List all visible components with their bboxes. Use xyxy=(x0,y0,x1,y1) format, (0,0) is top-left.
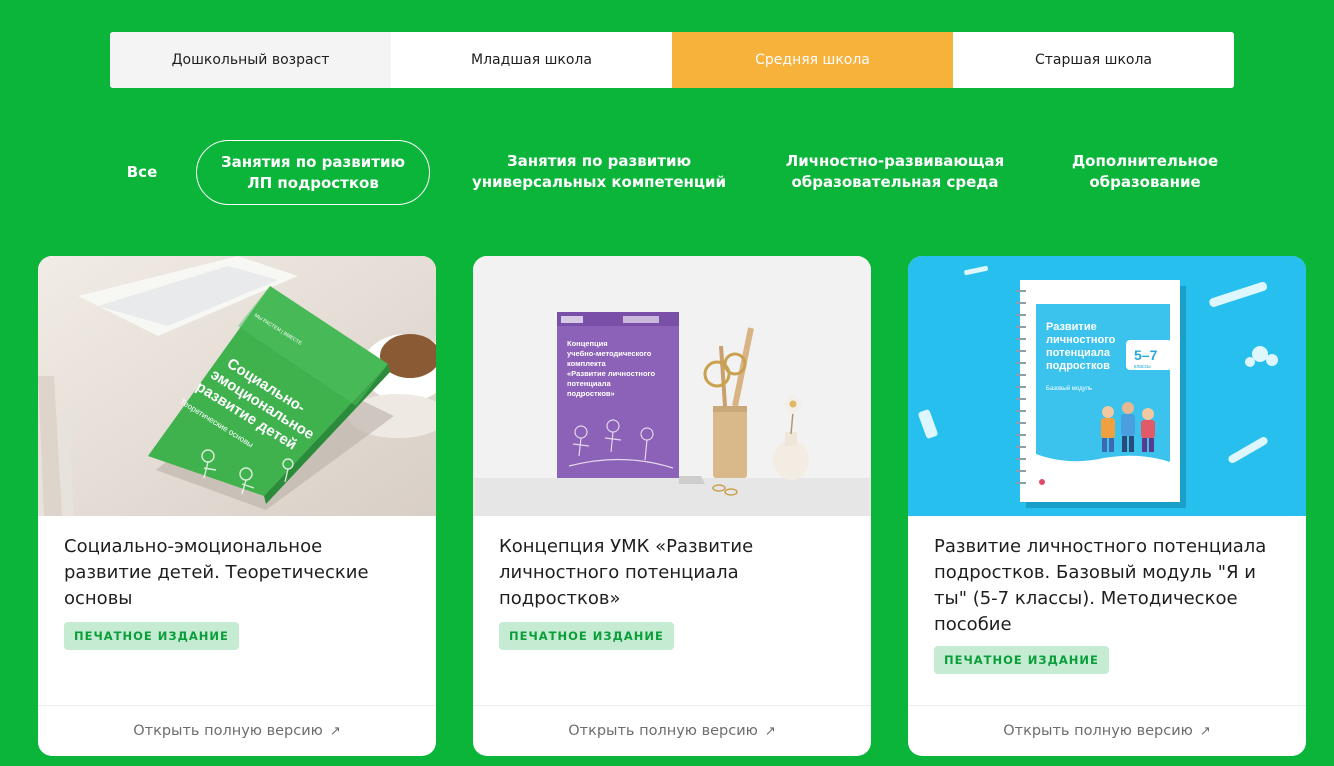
card-2-cover-line2: учебно-методического xyxy=(567,349,652,358)
filter-additional-line2: образование xyxy=(1089,173,1201,191)
card-2-image[interactable]: Концепция учебно-методического комплекта… xyxy=(473,256,871,516)
product-card-1[interactable]: Социально- эмоциональное развитие детей … xyxy=(38,256,436,756)
card-2-cover-line6: подростков» xyxy=(567,389,615,398)
card-1-cover-illustration: Социально- эмоциональное развитие детей … xyxy=(38,256,436,516)
card-3-cover-line2: личностного xyxy=(1046,334,1116,346)
card-3-cover-module: Базовый модуль xyxy=(1046,385,1092,392)
card-3-cover-grade-sub: классы xyxy=(1134,364,1151,370)
card-2-print-badge: ПЕЧАТНОЕ ИЗДАНИЕ xyxy=(499,622,674,650)
external-arrow-icon: ↗ xyxy=(764,723,776,739)
filter-lp-teens-line2: ЛП подростков xyxy=(247,173,379,192)
card-1-image[interactable]: Социально- эмоциональное развитие детей … xyxy=(38,256,436,516)
filter-universal-line1: Занятия по развитию xyxy=(506,152,692,170)
external-arrow-icon: ↗ xyxy=(329,723,341,739)
card-3-cover-line4: подростков xyxy=(1046,360,1110,372)
filter-universal-line2: универсальных компетенций xyxy=(471,173,727,191)
card-2-open-full-version[interactable]: Открыть полную версию ↗ xyxy=(473,705,871,756)
card-3-open-full-version-label: Открыть полную версию xyxy=(1003,723,1193,739)
filter-environment-line2: образовательная среда xyxy=(791,173,999,191)
card-1-print-badge: ПЕЧАТНОЕ ИЗДАНИЕ xyxy=(64,622,239,650)
product-card-3[interactable]: Развитие личностного потенциала подростк… xyxy=(908,256,1306,756)
card-3-image[interactable]: Развитие личностного потенциала подростк… xyxy=(908,256,1306,516)
card-3-cover-grade: 5–7 xyxy=(1134,347,1158,363)
filter-learning-environment[interactable]: Личностно-развивающая образовательная ср… xyxy=(776,140,1014,204)
filter-additional-education[interactable]: Дополнительное образование xyxy=(1056,140,1234,204)
tab-primary-school[interactable]: Младшая школа xyxy=(391,32,672,88)
card-3-title[interactable]: Развитие личностного потенциала подростк… xyxy=(934,534,1284,638)
card-3-open-full-version[interactable]: Открыть полную версию ↗ xyxy=(908,705,1306,756)
filter-additional-line1: Дополнительное xyxy=(1071,152,1219,170)
card-2-cover-line4: «Развитие личностного xyxy=(567,369,656,378)
filter-all[interactable]: Все xyxy=(112,140,172,204)
card-3-cover-line1: Развитие xyxy=(1046,321,1097,333)
card-2-cover-illustration: Концепция учебно-методического комплекта… xyxy=(473,256,871,516)
filter-environment-line1: Личностно-развивающая xyxy=(785,152,1005,170)
tab-high-school[interactable]: Старшая школа xyxy=(953,32,1234,88)
card-1-open-full-version[interactable]: Открыть полную версию ↗ xyxy=(38,705,436,756)
card-2-cover-line5: потенциала xyxy=(567,379,611,388)
filter-lp-teens[interactable]: Занятия по развитию ЛП подростков xyxy=(196,140,430,205)
product-card-2[interactable]: Концепция учебно-методического комплекта… xyxy=(473,256,871,756)
card-3-cover-line3: потенциала xyxy=(1046,347,1111,359)
tab-preschool[interactable]: Дошкольный возраст xyxy=(110,32,391,88)
external-arrow-icon: ↗ xyxy=(1199,723,1211,739)
category-filters: Все Занятия по развитию ЛП подростков За… xyxy=(0,140,1334,206)
filter-universal-competencies[interactable]: Занятия по развитию универсальных компет… xyxy=(466,140,732,204)
card-1-open-full-version-label: Открыть полную версию xyxy=(133,723,323,739)
filter-lp-teens-line1: Занятия по развитию xyxy=(220,152,406,171)
card-2-cover-line3: комплекта xyxy=(567,359,606,368)
card-1-title[interactable]: Социально-эмоциональное развитие детей. … xyxy=(64,534,414,612)
card-3-print-badge: ПЕЧАТНОЕ ИЗДАНИЕ xyxy=(934,646,1109,674)
card-3-cover-illustration: Развитие личностного потенциала подростк… xyxy=(908,256,1306,516)
card-2-cover-line1: Концепция xyxy=(567,339,608,348)
tab-middle-school[interactable]: Средняя школа xyxy=(672,32,953,88)
card-2-title[interactable]: Концепция УМК «Развитие личностного поте… xyxy=(499,534,849,612)
card-2-open-full-version-label: Открыть полную версию xyxy=(568,723,758,739)
age-tabs: Дошкольный возраст Младшая школа Средняя… xyxy=(110,32,1234,88)
